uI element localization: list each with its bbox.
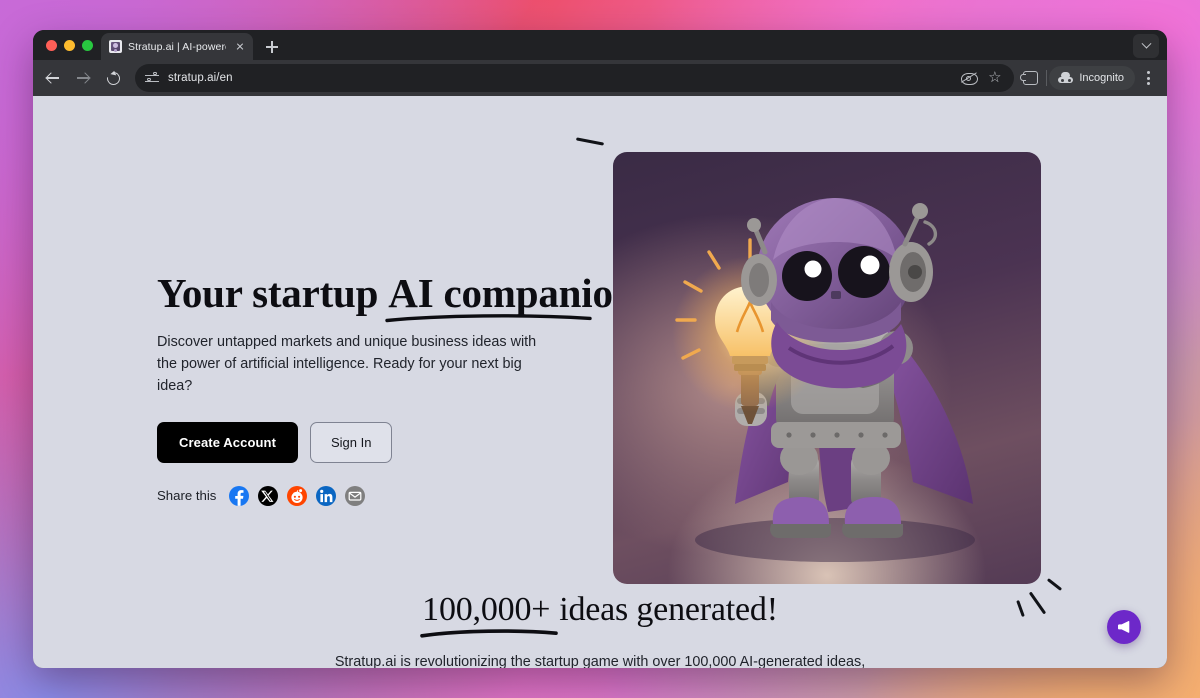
email-icon[interactable] bbox=[345, 485, 366, 506]
announcement-fab-button[interactable] bbox=[1107, 610, 1141, 644]
megaphone-icon bbox=[1118, 621, 1130, 633]
decorative-dash-top-left bbox=[575, 137, 605, 146]
tab-title: Stratup.ai | AI-powered startu bbox=[128, 40, 226, 53]
puzzle-icon[interactable] bbox=[1016, 64, 1044, 92]
linkedin-icon[interactable] bbox=[316, 485, 337, 506]
underline-stroke-icon bbox=[420, 629, 558, 638]
minimize-window-button[interactable] bbox=[64, 39, 75, 51]
headline-plain: Your startup bbox=[157, 270, 389, 316]
headline-underlined: AI companion bbox=[388, 270, 636, 316]
incognito-badge[interactable]: Incognito bbox=[1049, 66, 1135, 90]
close-icon[interactable] bbox=[232, 39, 247, 54]
decorative-dash-bottom-3 bbox=[1046, 578, 1063, 591]
headline-highlight: AI companion bbox=[385, 270, 636, 323]
stats-number: 100,000+ bbox=[422, 591, 551, 628]
page-title: Your startup AI companion bbox=[157, 270, 636, 323]
x-twitter-icon[interactable] bbox=[258, 485, 279, 506]
stats-body-line-1: Stratup.ai is revolutionizing the startu… bbox=[334, 654, 866, 668]
chevron-glyph bbox=[1141, 38, 1151, 49]
stats-body: Stratup.ai is revolutionizing the startu… bbox=[33, 651, 1167, 668]
arrow-left-icon bbox=[47, 72, 59, 84]
back-button[interactable] bbox=[39, 64, 67, 92]
plus-icon[interactable] bbox=[259, 34, 285, 60]
tune-icon[interactable] bbox=[145, 71, 159, 85]
hero-robot-image bbox=[613, 152, 1041, 584]
stats-headline-rest: ideas generated! bbox=[559, 591, 778, 628]
reload-button[interactable] bbox=[99, 64, 127, 92]
tab-strip: Stratup.ai | AI-powered startu bbox=[33, 30, 1167, 60]
stats-headline: 100,000+ ideas generated! bbox=[33, 591, 1167, 638]
browser-toolbar: stratup.ai/en ☆ Incognito bbox=[33, 60, 1167, 96]
address-bar[interactable]: stratup.ai/en ☆ bbox=[135, 64, 1015, 92]
incognito-label: Incognito bbox=[1079, 72, 1124, 84]
puzzle-glyph bbox=[1020, 71, 1038, 85]
stats-number-wrap: 100,000+ bbox=[420, 591, 558, 638]
page-content: Your startup AI companion Discover untap… bbox=[33, 96, 1167, 668]
reload-icon bbox=[103, 68, 123, 88]
stats-section: 100,000+ ideas generated! Stratup.ai is r… bbox=[33, 591, 1167, 668]
close-window-button[interactable] bbox=[46, 39, 57, 51]
eye-off-icon[interactable] bbox=[960, 71, 979, 85]
reddit-icon[interactable] bbox=[287, 485, 308, 506]
browser-window: Stratup.ai | AI-powered startu stratup.a… bbox=[33, 30, 1167, 668]
hero-text-block: Your startup AI companion Discover untap… bbox=[157, 270, 636, 506]
chevron-down-icon[interactable] bbox=[1133, 34, 1159, 58]
share-bar: Share this bbox=[157, 485, 587, 506]
kebab-menu-icon[interactable] bbox=[1139, 69, 1157, 87]
arrow-right-icon bbox=[77, 72, 89, 84]
omnibox-actions: ☆ bbox=[960, 70, 1002, 86]
sign-in-button[interactable]: Sign In bbox=[310, 421, 393, 463]
incognito-spy-icon bbox=[1058, 71, 1074, 85]
url-text: stratup.ai/en bbox=[168, 72, 233, 84]
hero-subtitle: Discover untapped markets and unique bus… bbox=[157, 334, 537, 395]
robot-illustration-icon bbox=[672, 198, 975, 562]
maximize-window-button[interactable] bbox=[82, 39, 93, 51]
toolbar-divider bbox=[1046, 70, 1048, 86]
forward-button[interactable] bbox=[69, 64, 97, 92]
share-label: Share this bbox=[157, 488, 217, 504]
cta-button-group: Create Account Sign In bbox=[157, 421, 587, 463]
window-controls bbox=[43, 30, 101, 60]
underline-stroke-icon bbox=[385, 314, 592, 323]
browser-tab[interactable]: Stratup.ai | AI-powered startu bbox=[101, 33, 253, 60]
star-icon[interactable]: ☆ bbox=[987, 70, 1002, 86]
create-account-button[interactable]: Create Account bbox=[157, 421, 298, 463]
facebook-icon[interactable] bbox=[229, 485, 250, 506]
robot-favicon-icon bbox=[109, 40, 122, 53]
